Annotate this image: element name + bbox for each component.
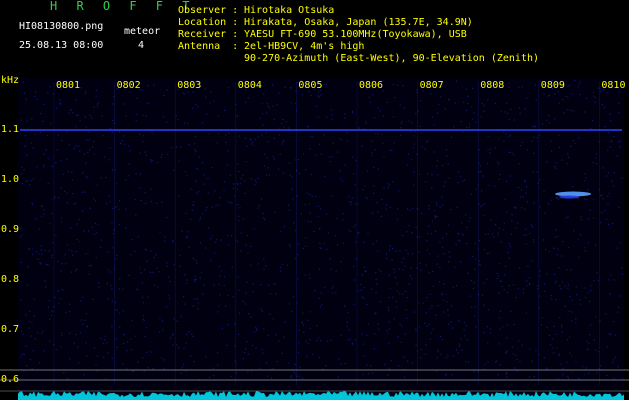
y-tick-label: 0.9 [1, 224, 20, 235]
antenna-value: 2el-HB9CV, 4m's high [244, 41, 365, 52]
location-value: Hirakata, Osaka, Japan (135.7E, 34.9N) [244, 17, 473, 28]
program-title: H R O F F T [50, 0, 196, 13]
y-tick-label: 0.7 [1, 324, 20, 335]
x-tick-label: 0801 [56, 80, 81, 91]
y-tick-label: 1.0 [1, 174, 20, 185]
x-tick-label: 0807 [419, 80, 444, 91]
y-tick-label: 0.6 [1, 374, 20, 385]
antenna-key: Antenna : [178, 41, 239, 52]
x-tick-label: 0810 [601, 80, 626, 91]
y-tick-label: 1.1 [1, 124, 20, 135]
y-tick-label: 0.8 [1, 274, 20, 285]
meteor-count: 4 [138, 40, 145, 51]
datetime-label: 25.08.13 08:00 [19, 40, 104, 51]
x-tick-label: 0806 [359, 80, 384, 91]
meteor-echo-tail [559, 195, 580, 199]
x-tick-label: 0808 [480, 80, 505, 91]
observer-value: Hirotaka Otsuka [244, 5, 335, 16]
x-tick-label: 0804 [237, 80, 262, 91]
receiver-value: YAESU FT-690 53.100MHz(Toyokawa), USB [244, 29, 467, 40]
x-tick-label: 0803 [177, 80, 202, 91]
filename-label: HI08130800.png [19, 21, 104, 32]
x-tick-label: 0802 [116, 80, 141, 91]
location-key: Location : [178, 17, 239, 28]
antenna-direction: 90-270-Azimuth (East-West), 90-Elevation… [244, 53, 540, 64]
x-tick-label: 0805 [298, 80, 323, 91]
x-tick-label: 0809 [540, 80, 565, 91]
observer-key: Observer : [178, 5, 239, 16]
receiver-key: Receiver : [178, 29, 239, 40]
y-axis-unit: kHz [1, 75, 20, 86]
meteor-label: meteor [124, 26, 161, 37]
